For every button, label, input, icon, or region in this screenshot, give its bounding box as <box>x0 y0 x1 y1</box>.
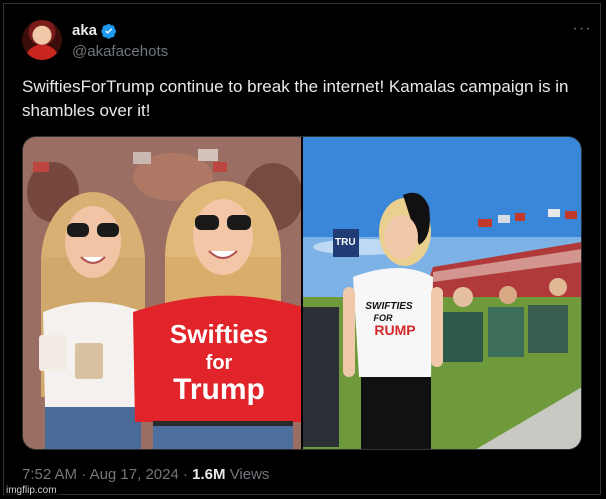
views-count: 1.6M <box>192 466 226 483</box>
handle[interactable]: @akafacehots <box>72 43 168 60</box>
tweet-date[interactable]: Aug 17, 2024 <box>90 466 179 483</box>
left-shirt-text-line3: Trump <box>173 373 265 406</box>
photo-left[interactable]: Swifties for Trump <box>23 137 301 449</box>
name-row: aka <box>72 22 117 39</box>
views-label: Views <box>229 466 270 483</box>
right-shirt-text-line3: RUMP <box>374 322 415 338</box>
media-grid: Swifties for Trump TRU SWIFTIES FOR RUMP <box>22 136 582 450</box>
meta-separator: · <box>81 466 87 483</box>
rally-sign-text: TRU <box>335 237 356 248</box>
tweet-time[interactable]: 7:52 AM <box>22 466 77 483</box>
verified-badge-icon <box>101 23 117 39</box>
left-shirt-text-line2: for <box>206 352 233 374</box>
meta-separator-2: · <box>182 466 188 483</box>
right-shirt-text-line1: SWIFTIES <box>365 301 413 312</box>
tweet-meta: 7:52 AM · Aug 17, 2024 · 1.6M Views <box>22 466 269 483</box>
avatar[interactable] <box>22 20 62 60</box>
tweet-header: aka @akafacehots ··· <box>22 20 592 64</box>
display-name[interactable]: aka <box>72 22 97 39</box>
watermark: imgflip.com <box>4 485 59 496</box>
more-options-icon[interactable]: ··· <box>572 21 592 42</box>
photo-right[interactable]: TRU SWIFTIES FOR RUMP <box>303 137 581 449</box>
left-shirt-text-line1: Swifties <box>170 319 268 349</box>
tweet-text: SwiftiesForTrump continue to break the i… <box>22 77 569 120</box>
